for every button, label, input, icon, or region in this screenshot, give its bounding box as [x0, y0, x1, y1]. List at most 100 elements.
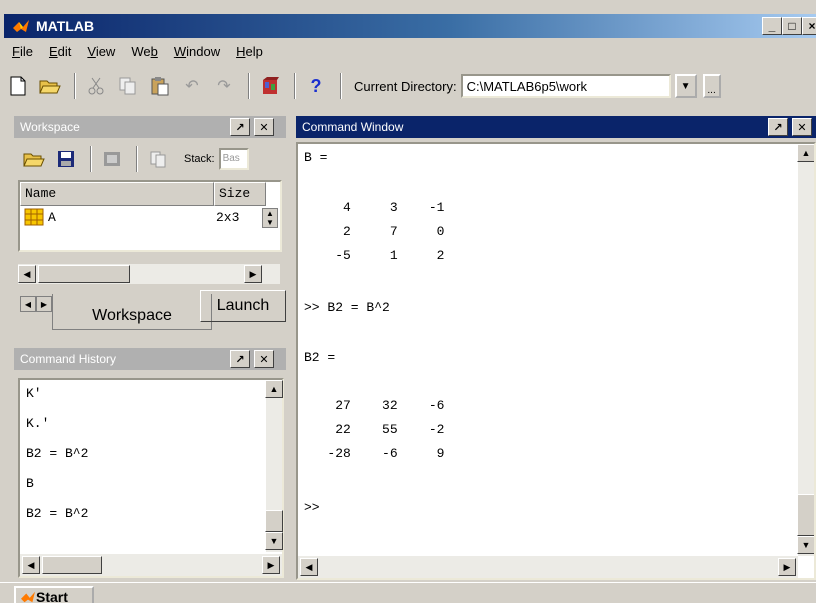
current-directory-field[interactable]: C:\MATLAB6p5\work [460, 74, 671, 98]
menu-help[interactable]: Help [228, 44, 271, 59]
scroll-thumb[interactable] [265, 510, 283, 532]
toolbar-separator [340, 73, 342, 99]
output-line: 4 3 -1 [304, 200, 445, 215]
variable-size: 2x3 [216, 210, 240, 225]
command-history-title: Command History [20, 352, 117, 366]
menu-edit[interactable]: Edit [41, 44, 79, 59]
main-toolbar: ↶ ↷ ? Current Directory: C:\MATLAB6p5\wo… [4, 68, 816, 104]
array-editor-icon[interactable] [98, 145, 126, 173]
help-icon[interactable]: ? [302, 72, 330, 100]
toolbar-separator [136, 146, 138, 172]
open-folder-icon[interactable] [36, 72, 64, 100]
command-history-header: Command History ↗ ✕ [14, 348, 286, 370]
menu-web[interactable]: Web [123, 44, 166, 59]
menu-window[interactable]: Window [166, 44, 228, 59]
command-window-text[interactable]: B = 4 3 -1 2 7 0 -5 1 2 >> B2 = B^2 B2 =… [296, 142, 816, 580]
scroll-thumb[interactable] [797, 494, 814, 536]
undock-icon[interactable]: ↗ [230, 350, 250, 368]
column-header-size[interactable]: Size [214, 182, 266, 206]
maximize-button[interactable]: □ [782, 17, 802, 35]
browse-button[interactable]: ... [702, 74, 721, 98]
tab-launch-pad[interactable]: Launch [200, 290, 286, 322]
toolbar-separator [90, 146, 92, 172]
close-icon[interactable]: ✕ [254, 118, 274, 136]
variable-name: A [48, 210, 56, 225]
open-folder-icon[interactable] [20, 145, 48, 173]
command-prompt[interactable]: >> [304, 500, 320, 515]
taskbar: Start [0, 582, 816, 603]
workspace-title: Workspace [20, 120, 80, 134]
history-item[interactable]: K' [26, 386, 42, 401]
close-button[interactable]: × [802, 17, 816, 35]
scroll-right-icon[interactable]: ▶ [262, 556, 280, 574]
vertical-scrollbar[interactable]: ▲ ▼ [797, 144, 814, 556]
history-item[interactable]: B [26, 476, 34, 491]
scroll-right-icon[interactable]: ▶ [244, 265, 262, 283]
history-item[interactable]: B2 = B^2 [26, 446, 88, 461]
simulink-icon[interactable] [256, 72, 284, 100]
horizontal-scrollbar[interactable]: ◀ ▶ [298, 556, 798, 578]
chevron-down-icon[interactable]: ▼ [674, 74, 697, 98]
tab-scroll-right-icon[interactable]: ▶ [36, 296, 52, 312]
history-item[interactable]: K.' [26, 416, 49, 431]
scroll-thumb[interactable] [42, 556, 102, 574]
workspace-header: Workspace ↗ ✕ [14, 116, 286, 138]
title-bar[interactable]: MATLAB _ □ × [4, 14, 816, 38]
new-file-icon[interactable] [4, 72, 32, 100]
output-line: -28 -6 9 [304, 446, 445, 461]
scroll-right-icon[interactable]: ▶ [778, 558, 796, 576]
vertical-scrollbar[interactable]: ▲ ▼ [262, 208, 278, 228]
stack-select[interactable]: Bas [218, 148, 249, 170]
redo-icon[interactable]: ↷ [210, 72, 238, 100]
scroll-up-icon[interactable]: ▲ [797, 144, 814, 162]
stack-label: Stack: [184, 153, 215, 165]
undock-icon[interactable]: ↗ [768, 118, 788, 136]
command-line: >> B2 = B^2 [304, 300, 390, 315]
menu-file[interactable]: File [4, 44, 41, 59]
horizontal-scrollbar[interactable]: ◀ ▶ [18, 264, 280, 284]
tab-workspace[interactable]: Workspace [52, 294, 212, 330]
horizontal-scrollbar[interactable]: ◀ ▶ [20, 554, 282, 576]
undo-icon[interactable]: ↶ [178, 72, 206, 100]
menu-bar: File Edit View Web Window Help [4, 40, 271, 62]
save-icon[interactable] [52, 145, 80, 173]
start-button[interactable]: Start [14, 586, 94, 603]
command-history-panel: Command History ↗ ✕ K' K.' B2 = B^2 B B2… [14, 348, 286, 582]
column-header-name[interactable]: Name [20, 182, 214, 206]
close-icon[interactable]: ✕ [792, 118, 812, 136]
paste-icon[interactable] [146, 72, 174, 100]
workspace-table: Name Size A 2x3 ▲ ▼ [18, 180, 282, 252]
output-line: 27 32 -6 [304, 398, 445, 413]
minimize-button[interactable]: _ [762, 17, 782, 35]
history-item[interactable]: B2 = B^2 [26, 506, 88, 521]
current-directory-label: Current Directory: [354, 78, 457, 94]
output-line: B = [304, 150, 328, 165]
scroll-thumb[interactable] [38, 265, 130, 283]
matlab-logo-icon [20, 590, 36, 603]
scroll-left-icon[interactable]: ◀ [22, 556, 40, 574]
command-window-header: Command Window ↗ ✕ [296, 116, 816, 138]
scroll-left-icon[interactable]: ◀ [300, 558, 318, 576]
output-line: -5 1 2 [304, 248, 445, 263]
menu-view[interactable]: View [79, 44, 123, 59]
command-history-list: K' K.' B2 = B^2 B B2 = B^2 ▲ ▼ ◀ ▶ [18, 378, 284, 578]
tab-scroll-left-icon[interactable]: ◀ [20, 296, 36, 312]
app-title: MATLAB [36, 18, 95, 34]
close-icon[interactable]: ✕ [254, 350, 274, 368]
vertical-scrollbar[interactable]: ▲ ▼ [265, 380, 283, 552]
command-window-panel: Command Window ↗ ✕ B = 4 3 -1 2 7 0 -5 1… [296, 116, 816, 582]
scroll-up-icon[interactable]: ▲ [265, 380, 283, 398]
scroll-down-icon[interactable]: ▼ [797, 536, 814, 554]
delete-icon[interactable] [144, 145, 172, 173]
matlab-window: MATLAB _ □ × File Edit View Web Window H… [0, 0, 816, 603]
scroll-down-icon[interactable]: ▼ [265, 532, 283, 550]
cut-icon[interactable] [82, 72, 110, 100]
toolbar-separator [248, 73, 250, 99]
copy-icon[interactable] [114, 72, 142, 100]
start-label: Start [36, 589, 68, 603]
workspace-toolbar: Stack: Bas [14, 142, 286, 176]
scroll-left-icon[interactable]: ◀ [18, 265, 36, 283]
toolbar-separator [294, 73, 296, 99]
undock-icon[interactable]: ↗ [230, 118, 250, 136]
matrix-variable-icon [24, 208, 44, 230]
